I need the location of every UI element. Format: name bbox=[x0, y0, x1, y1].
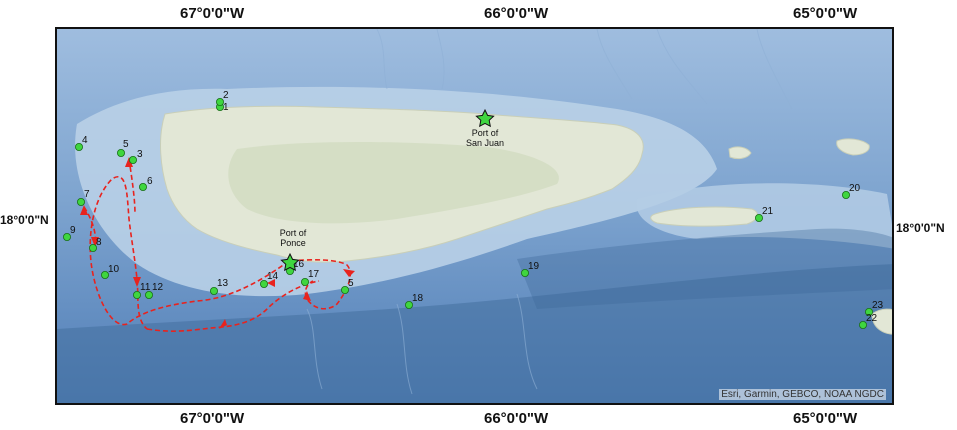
station-label-6: 6 bbox=[147, 176, 153, 187]
bottom-lon-label-67w: 67°0'0"W bbox=[180, 410, 245, 427]
station-label-8: 8 bbox=[96, 237, 102, 248]
left-lat-label: 18°0'0"N bbox=[0, 213, 49, 227]
port-san-juan-label-line2: San Juan bbox=[466, 138, 504, 148]
station-label-17: 17 bbox=[308, 269, 320, 280]
station-label-9: 9 bbox=[70, 225, 76, 236]
top-lon-label-67w: 67°0'0"W bbox=[180, 5, 245, 22]
station-label-1: 1 bbox=[223, 102, 229, 113]
station-label-22: 22 bbox=[866, 313, 878, 324]
station-label-11: 11 bbox=[140, 282, 151, 293]
map-frame[interactable]: 1 2 3 4 5 6 7 8 9 10 11 12 13 14 5 16 17… bbox=[55, 27, 894, 405]
station-label-20: 20 bbox=[849, 183, 861, 194]
station-label-19: 19 bbox=[528, 261, 540, 272]
station-label-13: 13 bbox=[217, 278, 229, 289]
top-lon-label-66w: 66°0'0"W bbox=[484, 5, 549, 22]
station-marker-6[interactable] bbox=[139, 182, 148, 191]
station-label-3: 3 bbox=[137, 149, 143, 160]
station-label-21: 21 bbox=[762, 206, 774, 217]
port-ponce-label-line1: Port of bbox=[280, 228, 307, 238]
port-ponce-label-line2: Ponce bbox=[280, 238, 306, 248]
right-lat-label: 18°0'0"N bbox=[896, 221, 945, 235]
station-label-12: 12 bbox=[152, 282, 164, 293]
map-attribution: Esri, Garmin, GEBCO, NOAA NGDC bbox=[719, 389, 886, 400]
station-label-15: 5 bbox=[348, 278, 354, 289]
bottom-lon-label-66w: 66°0'0"W bbox=[484, 410, 549, 427]
station-label-14: 14 bbox=[267, 271, 279, 282]
station-marker-5[interactable] bbox=[117, 149, 126, 158]
station-label-2: 2 bbox=[223, 90, 229, 101]
station-label-18: 18 bbox=[412, 293, 424, 304]
station-label-4: 4 bbox=[82, 135, 88, 146]
station-label-7: 7 bbox=[84, 189, 90, 200]
station-label-10: 10 bbox=[108, 264, 120, 275]
station-label-5: 5 bbox=[123, 139, 129, 150]
bottom-lon-label-65w: 65°0'0"W bbox=[793, 410, 858, 427]
top-lon-label-65w: 65°0'0"W bbox=[793, 5, 858, 22]
port-san-juan-label-line1: Port of bbox=[472, 128, 499, 138]
station-label-23: 23 bbox=[872, 300, 884, 311]
station-marker-3[interactable] bbox=[129, 156, 138, 165]
